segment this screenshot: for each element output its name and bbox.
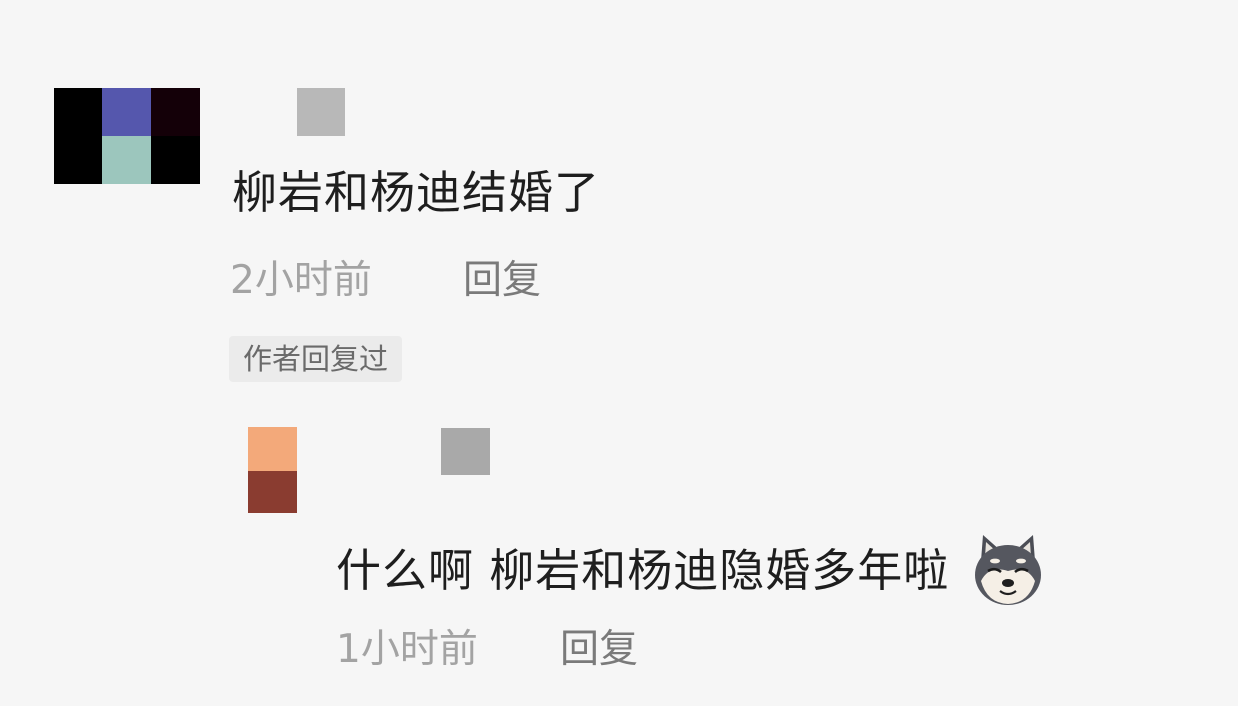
avatar-mosaic-tile xyxy=(102,88,151,136)
reply-button[interactable]: 回复 xyxy=(463,261,541,300)
username-censored[interactable] xyxy=(297,88,345,136)
avatar-mosaic-tile xyxy=(248,427,297,471)
avatar-mosaic-tile xyxy=(151,136,200,184)
comment-timestamp: 2小时前 xyxy=(230,258,372,303)
author-replied-badge: 作者回复过 xyxy=(229,336,403,382)
comment-text: 柳岩和杨迪结婚了 xyxy=(232,166,601,219)
avatar-mosaic-tile xyxy=(54,88,102,136)
reply-text-row: 什么啊 柳岩和杨迪隐婚多年啦 xyxy=(336,531,1047,609)
avatar-mosaic-tile xyxy=(102,136,151,184)
doge-icon xyxy=(969,531,1047,609)
reply-text: 什么啊 柳岩和杨迪隐婚多年啦 xyxy=(336,543,950,597)
avatar-mosaic-tile xyxy=(151,88,200,136)
reply-reply-button[interactable]: 回复 xyxy=(560,630,638,669)
reply-avatar[interactable] xyxy=(248,427,297,513)
reply-timestamp: 1小时前 xyxy=(336,627,478,672)
avatar-mosaic-tile xyxy=(248,471,297,513)
avatar-mosaic-tile xyxy=(54,136,102,184)
avatar[interactable] xyxy=(54,88,200,184)
reply-username-censored[interactable] xyxy=(441,428,490,475)
